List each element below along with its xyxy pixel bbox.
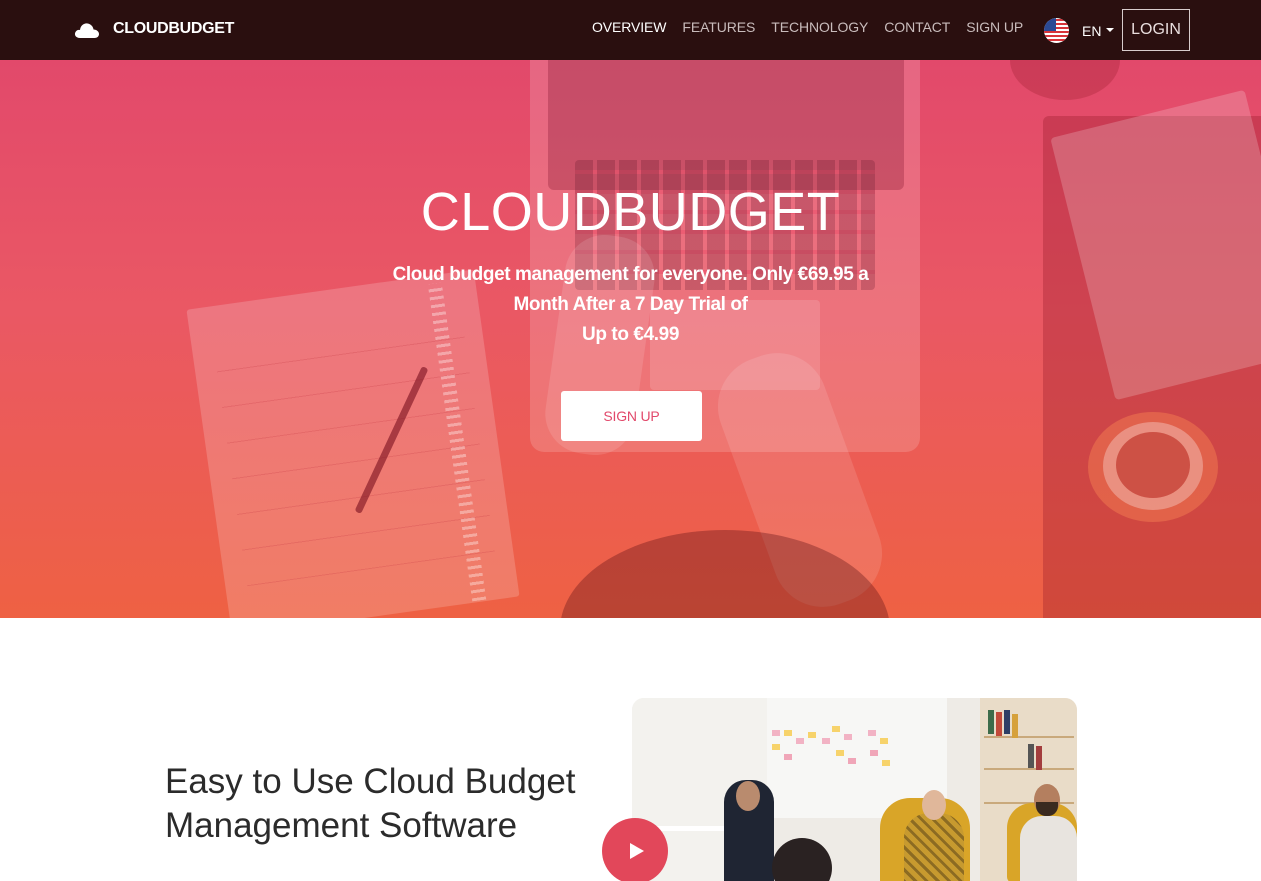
hero-title: CLOUDBUDGET: [420, 182, 841, 242]
intro-heading-line: Easy to Use Cloud Budget: [165, 762, 576, 801]
hero-subtitle-line: Month After a 7 Day Trial of: [513, 294, 748, 315]
main-nav: OVERVIEW FEATURES TECHNOLOGY CONTACT SIG…: [592, 19, 1039, 35]
navbar: CLOUDBUDGET OVERVIEW FEATURES TECHNOLOGY…: [0, 0, 1261, 60]
us-flag-icon: [1044, 18, 1069, 43]
hero-background-plant: [1010, 60, 1120, 100]
play-icon: [629, 843, 644, 859]
play-video-button[interactable]: [602, 818, 668, 881]
hero-subtitle-line: Cloud budget management for everyone. On…: [392, 264, 869, 285]
brand-logo-link[interactable]: CLOUDBUDGET: [74, 19, 234, 39]
language-selector[interactable]: EN: [1044, 18, 1115, 43]
hero-subtitle-line: Up to €4.99: [582, 324, 679, 345]
intro-heading: Easy to Use Cloud Budget Management Soft…: [165, 760, 605, 848]
nav-link-technology[interactable]: TECHNOLOGY: [771, 19, 868, 35]
photo-person: [1020, 816, 1077, 881]
hero-background-tea: [1116, 432, 1190, 498]
login-button[interactable]: LOGIN: [1122, 9, 1190, 51]
nav-link-sign-up[interactable]: SIGN UP: [966, 19, 1023, 35]
nav-link-contact[interactable]: CONTACT: [884, 19, 950, 35]
nav-link-overview[interactable]: OVERVIEW: [592, 19, 667, 35]
nav-link-features[interactable]: FEATURES: [682, 19, 755, 35]
caret-down-icon: [1106, 27, 1115, 32]
photo-person: [904, 813, 964, 881]
hero-subtitle: Cloud budget management for everyone. On…: [380, 260, 881, 350]
cloud-icon: [74, 23, 99, 38]
brand-name: CLOUDBUDGET: [113, 20, 235, 37]
intro-heading-line: Management Software: [165, 806, 518, 845]
team-meeting-photo: [632, 698, 1077, 881]
language-label: EN: [1082, 22, 1102, 39]
hero-section: CLOUDBUDGET Cloud budget management for …: [0, 60, 1261, 618]
hero-sign-up-button[interactable]: SIGN UP: [561, 391, 702, 441]
